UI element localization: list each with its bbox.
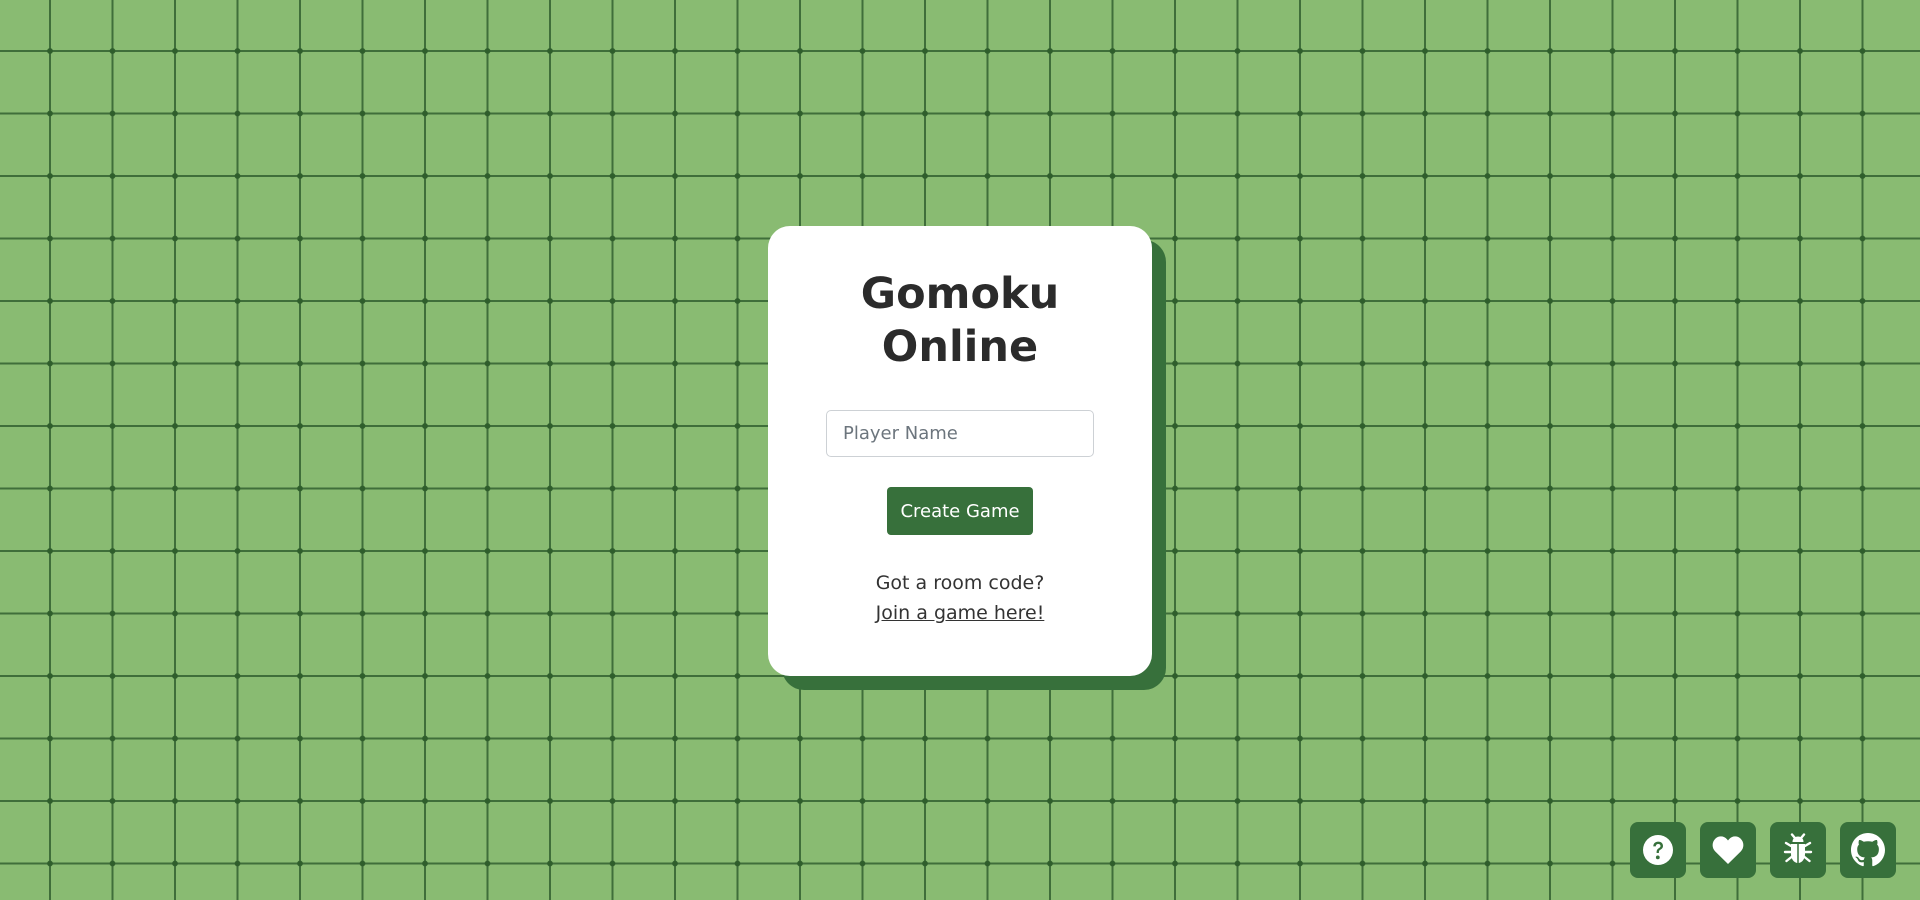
page-title-line-1: Gomoku <box>860 269 1060 319</box>
donate-button[interactable] <box>1700 822 1756 878</box>
footer-icon-bar <box>1630 822 1896 878</box>
page-title-line-2: Online <box>881 322 1039 372</box>
page-title: Gomoku Online <box>768 226 1152 374</box>
room-code-prompt-text: Got a room code? <box>875 572 1045 594</box>
github-icon <box>1851 833 1885 867</box>
heart-icon <box>1712 836 1744 864</box>
question-icon <box>1643 835 1673 865</box>
bug-icon <box>1783 833 1813 863</box>
help-button[interactable] <box>1630 822 1686 878</box>
create-game-button[interactable]: Create Game <box>887 487 1033 535</box>
room-code-prompt: Got a room code? Join a game here! <box>768 568 1152 628</box>
home-card: Gomoku Online Create Game Got a room cod… <box>768 226 1152 676</box>
player-name-input[interactable] <box>826 410 1094 457</box>
github-button[interactable] <box>1840 822 1896 878</box>
home-card-container: Gomoku Online Create Game Got a room cod… <box>768 226 1166 690</box>
report-bug-button[interactable] <box>1770 822 1826 878</box>
join-game-link[interactable]: Join a game here! <box>876 598 1045 628</box>
